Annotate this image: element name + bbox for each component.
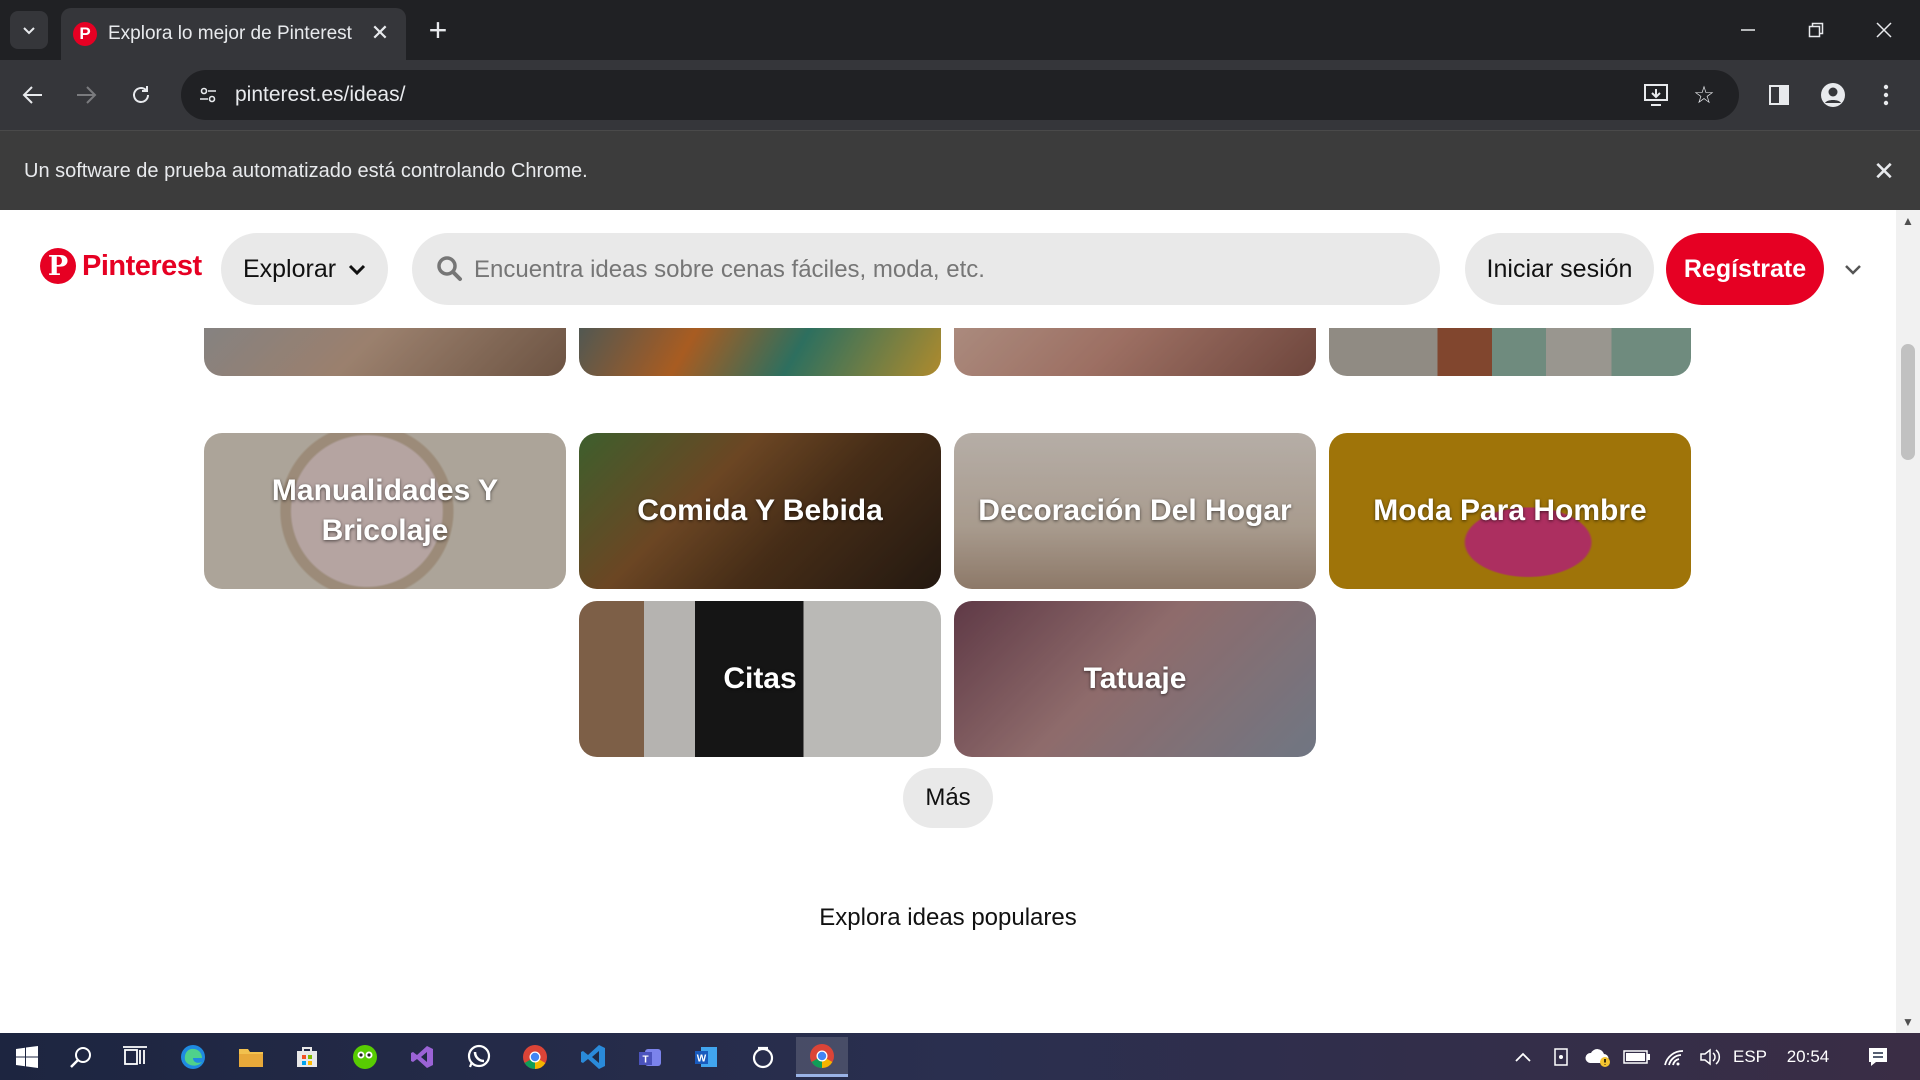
category-label: Comida Y Bebida — [637, 494, 883, 527]
input-language-indicator[interactable]: ESP — [1730, 1033, 1770, 1080]
vscode-app-icon[interactable] — [570, 1037, 616, 1077]
category-tile-citas[interactable]: Citas — [579, 601, 941, 757]
more-categories-button[interactable]: Más — [903, 768, 993, 828]
install-app-icon[interactable] — [1641, 80, 1671, 110]
signup-button[interactable]: Regístrate — [1666, 233, 1824, 305]
minimize-icon — [1741, 29, 1755, 31]
forward-arrow-icon — [77, 86, 97, 104]
obs-app-icon[interactable] — [740, 1037, 786, 1077]
profile-avatar-icon — [1821, 83, 1845, 107]
scroll-down-arrow-icon[interactable]: ▼ — [1896, 1011, 1920, 1033]
word-app-icon[interactable]: W — [683, 1037, 729, 1077]
tab-search-button[interactable] — [10, 11, 48, 49]
category-tile-tatuaje[interactable]: Tatuaje — [954, 601, 1316, 757]
restore-icon — [1808, 22, 1824, 38]
store-app-icon[interactable] — [284, 1037, 330, 1077]
device-icon[interactable] — [1546, 1033, 1576, 1080]
scroll-up-arrow-icon[interactable]: ▲ — [1896, 210, 1920, 232]
file-explorer-app-icon[interactable] — [228, 1037, 274, 1077]
explore-button[interactable]: Explorar — [221, 233, 388, 305]
category-tile-moda-hombre[interactable]: Moda Para Hombre — [1329, 433, 1691, 589]
windows-logo-icon — [16, 1046, 38, 1068]
category-tile-decoracion[interactable]: Decoración Del Hogar — [954, 433, 1316, 589]
visual-studio-app-icon[interactable] — [399, 1037, 445, 1077]
search-icon — [70, 1047, 91, 1068]
logo-text: Pinterest — [82, 249, 202, 282]
back-button[interactable] — [12, 74, 54, 116]
new-tab-button[interactable]: + — [420, 12, 456, 48]
forward-button[interactable] — [65, 74, 107, 116]
start-button[interactable] — [4, 1037, 50, 1077]
edge-app-icon[interactable] — [170, 1037, 216, 1077]
pinterest-favicon-icon: P — [73, 22, 97, 46]
site-info-icon[interactable] — [193, 80, 223, 110]
category-label: Citas — [723, 662, 797, 695]
infobar-message: Un software de prueba automatizado está … — [24, 160, 588, 182]
restore-button[interactable] — [1794, 8, 1838, 52]
browser-toolbar: pinterest.es/ideas/ ☆ — [0, 60, 1920, 130]
pinterest-header: P Pinterest Explorar Iniciar sesión Regí… — [0, 210, 1896, 328]
whatsapp-app-icon[interactable] — [456, 1037, 502, 1077]
reload-icon — [133, 86, 149, 103]
battery-icon[interactable] — [1620, 1033, 1654, 1080]
popular-ideas-heading: Explora ideas populares — [819, 904, 1077, 931]
kebab-menu-icon — [1883, 84, 1889, 106]
more-options-chevron-icon[interactable] — [1838, 254, 1868, 284]
side-panel-button[interactable] — [1758, 74, 1800, 116]
reload-button[interactable] — [120, 74, 162, 116]
teams-app-icon[interactable]: T — [627, 1037, 673, 1077]
chrome-menu-button[interactable] — [1865, 74, 1907, 116]
chrome-app-icon[interactable] — [512, 1037, 558, 1077]
clock-time[interactable]: 20:54 — [1780, 1033, 1836, 1080]
infobar-close-icon[interactable]: ✕ — [1866, 153, 1902, 189]
minimize-button[interactable] — [1726, 8, 1770, 52]
category-label: Moda Para Hombre — [1373, 494, 1647, 527]
side-panel-icon — [1769, 85, 1789, 105]
browser-tab[interactable]: P Explora lo mejor de Pinterest ✕ — [61, 8, 406, 60]
pinterest-logo[interactable]: P Pinterest — [40, 248, 202, 284]
close-icon — [1876, 22, 1892, 38]
svg-text:T: T — [642, 1055, 648, 1066]
tab-title: Explora lo mejor de Pinterest — [108, 23, 352, 44]
windows-taskbar: T W ESP 20:54 — [0, 1033, 1920, 1080]
search-input[interactable] — [472, 245, 1416, 295]
svg-text:W: W — [697, 1054, 707, 1065]
task-view-button[interactable] — [112, 1037, 158, 1077]
page-scrollbar[interactable]: ▲ ▼ — [1896, 210, 1920, 1033]
bookmark-star-icon[interactable]: ☆ — [1689, 80, 1719, 110]
category-label: Manualidades Y Bricolaje — [271, 474, 499, 547]
search-taskbar-button[interactable] — [58, 1037, 104, 1077]
back-arrow-icon — [22, 86, 42, 104]
category-label: Tatuaje — [1083, 662, 1187, 695]
category-label: Decoración Del Hogar — [978, 494, 1292, 527]
chevron-down-icon — [348, 264, 366, 276]
tab-close-icon[interactable]: ✕ — [367, 20, 393, 46]
close-window-button[interactable] — [1862, 8, 1906, 52]
search-bar[interactable] — [412, 233, 1440, 305]
profile-button[interactable] — [1812, 74, 1854, 116]
url-text[interactable]: pinterest.es/ideas/ — [235, 82, 405, 108]
explore-label: Explorar — [242, 254, 337, 283]
tab-strip: P Explora lo mejor de Pinterest ✕ + — [0, 0, 1920, 60]
category-tile-comida[interactable]: Comida Y Bebida — [579, 433, 941, 589]
page-content: P Pinterest Explorar Iniciar sesión Regí… — [0, 210, 1896, 1033]
login-button[interactable]: Iniciar sesión — [1465, 233, 1654, 305]
duolingo-app-icon[interactable] — [342, 1037, 388, 1077]
task-view-icon — [123, 1046, 147, 1065]
chevron-down-icon — [23, 27, 35, 35]
volume-icon[interactable] — [1694, 1033, 1728, 1080]
onedrive-warning-icon[interactable] — [1580, 1033, 1616, 1080]
address-bar[interactable]: pinterest.es/ideas/ ☆ — [181, 70, 1739, 120]
wifi-icon[interactable] — [1658, 1033, 1692, 1080]
show-hidden-icons-chevron-icon[interactable] — [1508, 1033, 1538, 1080]
scrollbar-thumb[interactable] — [1901, 344, 1915, 460]
automation-infobar: Un software de prueba automatizado está … — [0, 130, 1920, 211]
category-tile-manualidades[interactable]: Manualidades Y Bricolaje — [204, 433, 566, 589]
pinterest-logo-icon: P — [40, 248, 76, 284]
notifications-icon[interactable] — [1858, 1033, 1898, 1080]
chrome-active-app-icon[interactable] — [796, 1037, 848, 1077]
search-icon — [437, 256, 462, 281]
